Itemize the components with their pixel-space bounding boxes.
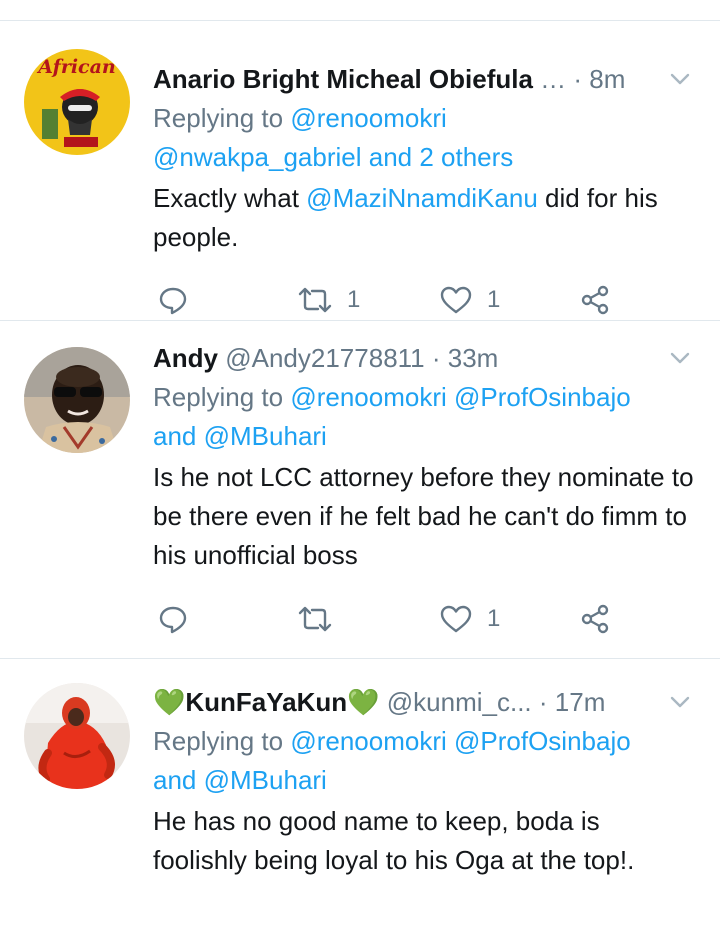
tweet-1[interactable]: African Anario Bright Micheal Obiefula …… [0,21,720,321]
share-icon [581,604,609,634]
display-name[interactable]: 💚KunFaYaKun💚 [153,687,380,717]
replying-and: and [153,421,197,451]
handle[interactable]: … [540,64,566,94]
mention-link[interactable]: @renoomokri [290,103,446,133]
display-name[interactable]: Anario Bright Micheal Obiefula [153,64,533,94]
tweet-text: Exactly what @MaziNnamdiKanu did for his… [153,179,694,257]
reply-icon [159,606,187,634]
like-button[interactable]: 1 [439,599,500,639]
mention-link[interactable]: @renoomokri [290,382,446,412]
like-icon [440,286,472,314]
retweet-button[interactable] [297,599,347,639]
avatar[interactable] [24,683,130,789]
chevron-down-icon[interactable] [666,688,694,716]
mention-link[interactable]: @ProfOsinbajo [454,382,631,412]
reply-button[interactable] [157,599,189,639]
replying-to: Replying to @renoomokri @nwakpa_gabriel … [153,99,694,177]
display-name[interactable]: Andy [153,343,218,373]
tweet-text: Is he not LCC attorney before they nomin… [153,462,694,570]
tweet-2[interactable]: Andy @Andy21778811 · 33m Replying to @re… [0,321,720,659]
share-button[interactable] [579,599,611,639]
reply-button[interactable] [157,280,189,320]
timestamp[interactable]: · 17m [539,687,605,717]
mention-link[interactable]: @nwakpa_gabriel and 2 others [153,142,513,172]
chevron-down-icon[interactable] [666,344,694,372]
mention-link[interactable]: @ProfOsinbajo [454,726,631,756]
retweet-button[interactable]: 1 [297,280,360,320]
top-divider [0,0,720,21]
tweet-actions: 1 1 [153,280,673,320]
tweet-text-part: Exactly what [153,183,307,213]
chevron-down-icon[interactable] [666,65,694,93]
mention-link[interactable]: @MBuhari [204,765,327,795]
tweet-header: Anario Bright Micheal Obiefula … · 8m [153,59,694,99]
tweet-header: Andy @Andy21778811 · 33m [153,338,694,378]
replying-label: Replying to [153,726,284,756]
reply-icon [159,287,187,315]
mention-link[interactable]: @MBuhari [204,421,327,451]
retweet-icon [298,606,332,632]
replying-and: and [153,765,197,795]
like-icon [440,605,472,633]
timestamp[interactable]: · 33m [432,343,498,373]
like-button[interactable]: 1 [439,280,500,320]
tweet-text: He has no good name to keep, boda is foo… [153,806,635,875]
replying-label: Replying to [153,103,284,133]
handle[interactable]: @kunmi_c... [387,687,532,717]
retweet-icon [298,287,332,313]
replying-to: Replying to @renoomokri @ProfOsinbajo an… [153,378,694,456]
tweet-3[interactable]: 💚KunFaYaKun💚 @kunmi_c... · 17m Replying … [0,659,720,941]
share-icon [581,285,609,315]
mention-link[interactable]: @renoomokri [290,726,446,756]
tweet-actions: 1 [153,599,673,639]
avatar-logo-text: African [36,56,116,78]
like-count: 1 [487,286,501,313]
like-count: 1 [487,605,501,632]
avatar[interactable] [24,347,130,453]
mention-link[interactable]: @MaziNnamdiKanu [306,183,538,213]
tweet-header: 💚KunFaYaKun💚 @kunmi_c... · 17m [153,682,694,722]
replying-to: Replying to @renoomokri @ProfOsinbajo an… [153,722,694,800]
replying-label: Replying to [153,382,284,412]
handle[interactable]: @Andy21778811 [225,343,424,373]
retweet-count: 1 [347,286,361,313]
share-button[interactable] [579,280,611,320]
timestamp[interactable]: · 8m [573,64,625,94]
avatar[interactable]: African [24,49,130,155]
